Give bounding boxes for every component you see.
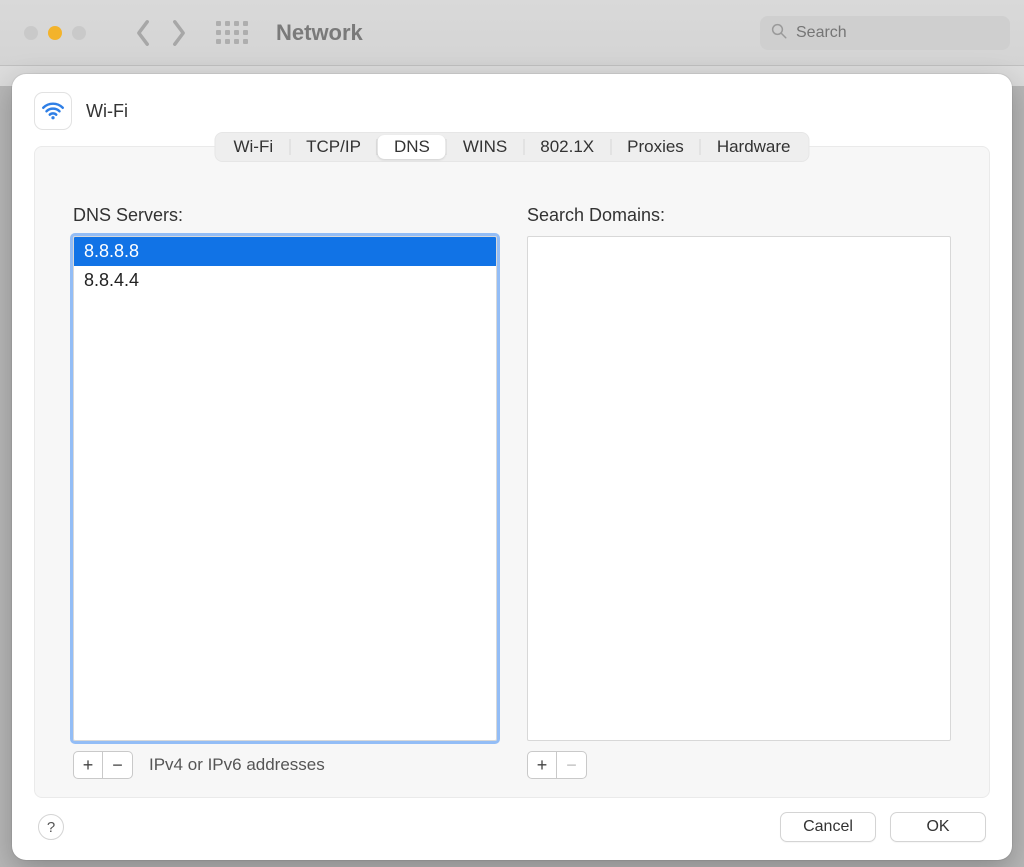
search-box[interactable] [760,16,1010,50]
sheet-header: Wi-Fi [12,74,1012,140]
add-dns-server-button[interactable]: + [73,751,103,779]
tab-tcpip[interactable]: TCP/IP [290,135,377,159]
window-close-button[interactable] [24,26,38,40]
forward-button[interactable] [170,19,188,47]
tab-proxies[interactable]: Proxies [611,135,700,159]
tab-label: Proxies [627,137,684,157]
dns-servers-controls: + − IPv4 or IPv6 addresses [73,751,497,779]
ok-button[interactable]: OK [890,812,986,842]
dns-servers-pm-group: + − [73,751,133,779]
search-domains-controls: + − [527,751,951,779]
tab-label: WINS [463,137,507,157]
add-search-domain-button[interactable]: + [527,751,557,779]
sheet-title: Wi-Fi [86,101,128,122]
help-button[interactable]: ? [38,814,64,840]
tab-label: DNS [394,137,430,157]
remove-search-domain-button[interactable]: − [557,751,587,779]
content-card: Wi-Fi TCP/IP DNS WINS 802.1X Proxies Har… [34,146,990,798]
search-domains-label: Search Domains: [527,205,951,226]
tab-dns[interactable]: DNS [378,135,446,159]
pref-pane-title: Network [276,20,363,46]
search-domains-pm-group: + − [527,751,587,779]
dns-servers-column: DNS Servers: 8.8.8.8 8.8.4.4 + − IPv4 or… [73,205,497,779]
tab-wifi[interactable]: Wi-Fi [217,135,289,159]
window-zoom-button[interactable] [72,26,86,40]
dns-server-row[interactable]: 8.8.4.4 [74,266,496,295]
tab-hardware[interactable]: Hardware [701,135,807,159]
cancel-button[interactable]: Cancel [780,812,876,842]
dns-server-row[interactable]: 8.8.8.8 [74,237,496,266]
traffic-lights [24,26,86,40]
window-minimize-button[interactable] [48,26,62,40]
search-icon [770,22,788,44]
tab-wins[interactable]: WINS [447,135,523,159]
sheet-footer: ? Cancel OK [12,798,1012,860]
nav-arrows [134,19,188,47]
search-domains-column: Search Domains: + − [527,205,951,779]
dns-columns: DNS Servers: 8.8.8.8 8.8.4.4 + − IPv4 or… [35,147,989,779]
search-domains-list[interactable] [527,236,951,741]
dns-hint: IPv4 or IPv6 addresses [149,755,325,775]
tab-strip: Wi-Fi TCP/IP DNS WINS 802.1X Proxies Har… [214,132,809,162]
network-advanced-sheet: Wi-Fi Wi-Fi TCP/IP DNS WINS 802.1X Proxi… [12,74,1012,860]
tab-label: 802.1X [540,137,594,157]
search-input[interactable] [796,24,1000,42]
tab-label: Hardware [717,137,791,157]
tab-label: TCP/IP [306,137,361,157]
remove-dns-server-button[interactable]: − [103,751,133,779]
dns-servers-label: DNS Servers: [73,205,497,226]
dns-servers-list[interactable]: 8.8.8.8 8.8.4.4 [73,236,497,741]
tab-label: Wi-Fi [233,137,273,157]
tab-8021x[interactable]: 802.1X [524,135,610,159]
back-button[interactable] [134,19,152,47]
show-all-button[interactable] [216,21,248,44]
wifi-icon [34,92,72,130]
syspref-toolbar: Network [0,0,1024,66]
